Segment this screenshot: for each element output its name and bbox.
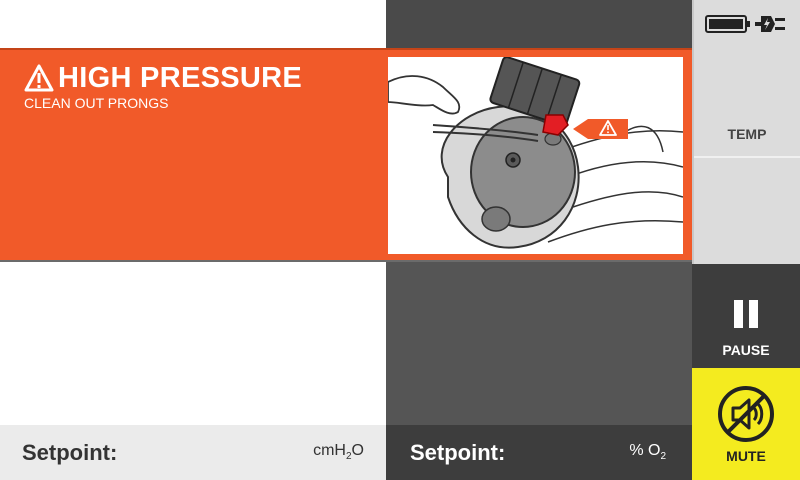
temp-button[interactable]: TEMP bbox=[694, 48, 800, 158]
speaker-muted-icon bbox=[718, 386, 774, 442]
oxygen-panel bbox=[386, 262, 692, 425]
pressure-setpoint-bar[interactable]: Setpoint: cmH2O bbox=[0, 425, 386, 480]
power-status bbox=[694, 0, 800, 48]
alarm-title: HIGH PRESSURE bbox=[24, 60, 302, 96]
pause-button[interactable]: PAUSE bbox=[692, 264, 800, 368]
pause-button-label: PAUSE bbox=[722, 342, 770, 358]
oxygen-setpoint-unit: % O2 bbox=[629, 442, 666, 463]
oxygen-setpoint-bar[interactable]: Setpoint: % O2 bbox=[386, 425, 692, 480]
warning-triangle-icon bbox=[24, 64, 54, 92]
alarm-subtitle: CLEAN OUT PRONGS bbox=[24, 95, 169, 111]
mute-button[interactable]: MUTE bbox=[692, 368, 800, 480]
pause-icon bbox=[734, 300, 758, 328]
ac-power-plug-icon bbox=[755, 16, 785, 32]
battery-full-icon bbox=[705, 15, 750, 33]
oxygen-setpoint-label: Setpoint: bbox=[410, 439, 506, 465]
temp-button-label: TEMP bbox=[727, 126, 767, 142]
alarm-title-text: HIGH PRESSURE bbox=[58, 61, 302, 94]
pressure-setpoint-label: Setpoint: bbox=[22, 439, 118, 465]
infant-nasal-prongs-illustration bbox=[388, 57, 683, 254]
pressure-setpoint-unit: cmH2O bbox=[313, 442, 364, 463]
pressure-panel-top bbox=[0, 0, 386, 48]
infant-illustration bbox=[388, 57, 683, 249]
mute-button-label: MUTE bbox=[726, 448, 766, 464]
pressure-panel bbox=[0, 262, 386, 425]
oxygen-panel-top bbox=[386, 0, 692, 48]
sidebar-empty-slot bbox=[694, 160, 800, 262]
